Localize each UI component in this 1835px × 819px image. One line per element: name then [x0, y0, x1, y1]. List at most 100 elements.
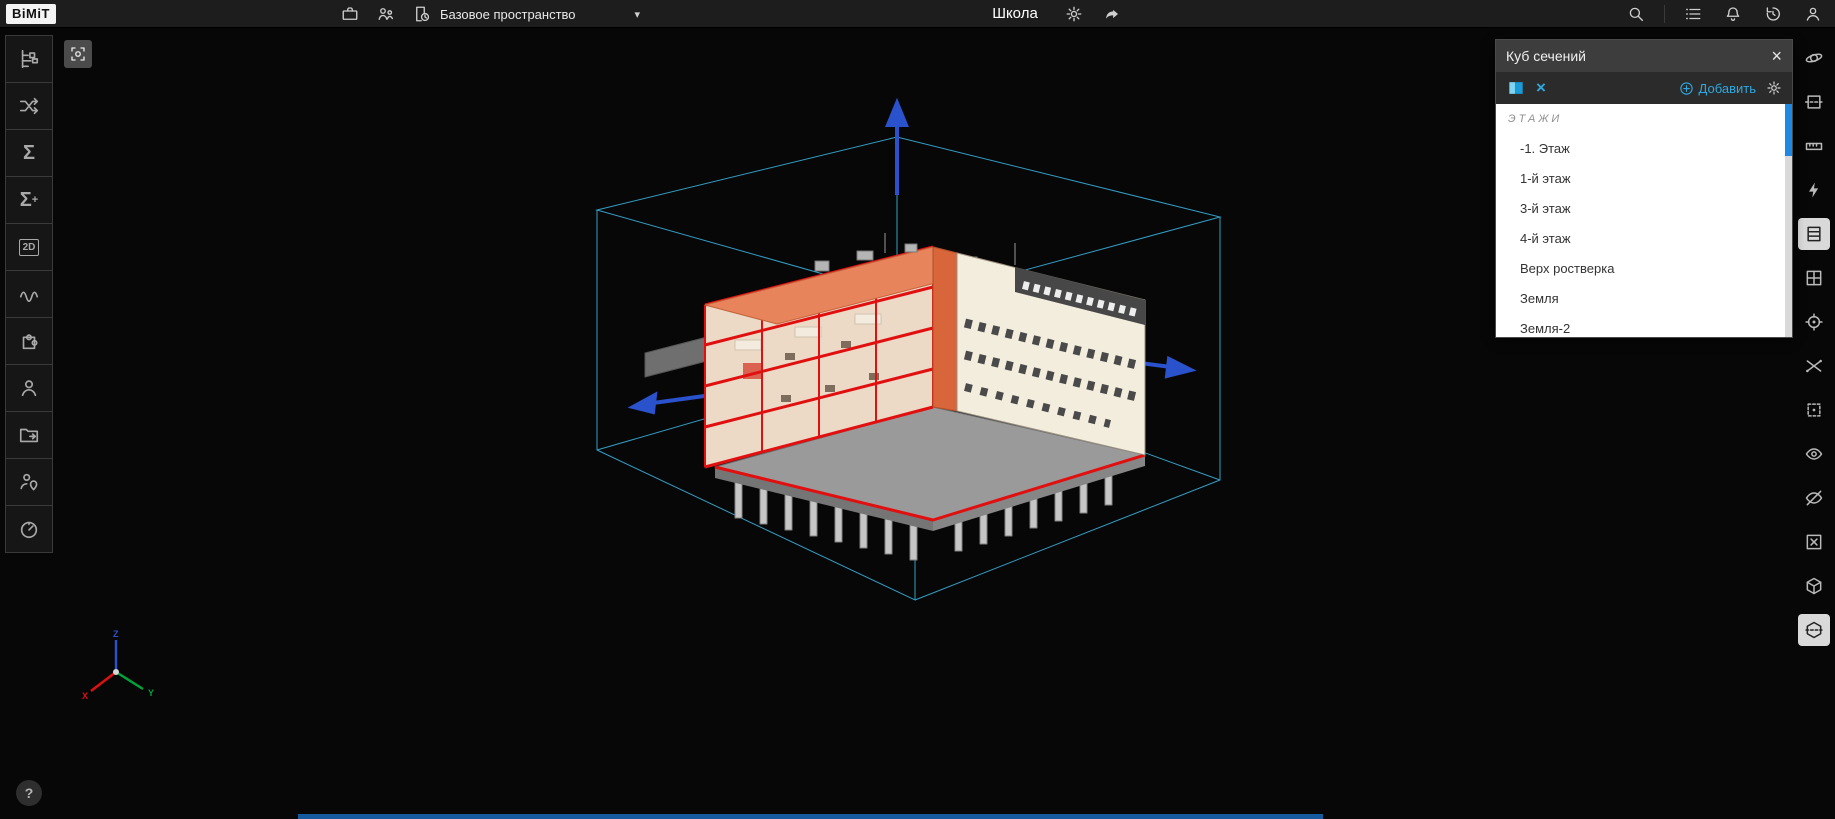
briefcase-button[interactable]: [338, 2, 362, 26]
team-icon: [377, 5, 395, 23]
bell-icon: [1724, 5, 1742, 23]
storeys-icon: [1804, 224, 1824, 244]
storey-item[interactable]: Верх ростверка: [1496, 254, 1792, 284]
list-button[interactable]: [1681, 2, 1705, 26]
grid-button[interactable]: [1798, 262, 1830, 294]
model-structure-button[interactable]: [5, 35, 53, 83]
storeys-button[interactable]: [1798, 218, 1830, 250]
gizmo-y-label: Y: [148, 688, 154, 698]
target-icon: [1804, 312, 1824, 332]
topbar: BiMiT Базовое пространство ▾ Школа: [0, 0, 1835, 28]
briefcase-icon: [341, 5, 359, 23]
measure-button[interactable]: [1798, 130, 1830, 162]
building-model: [645, 233, 1145, 560]
search-icon: [1627, 5, 1645, 23]
orbit-icon: [1804, 48, 1824, 68]
app-logo[interactable]: BiMiT: [6, 4, 56, 24]
add-section-button[interactable]: Добавить: [1679, 81, 1756, 96]
history-doc-button[interactable]: [410, 2, 434, 26]
storey-item[interactable]: 3-й этаж: [1496, 194, 1792, 224]
ruler-icon: [1804, 136, 1824, 156]
section-cube-button[interactable]: [1798, 614, 1830, 646]
charts-button[interactable]: [5, 270, 53, 318]
drawings-2d-button[interactable]: 2D: [5, 223, 53, 271]
storey-item[interactable]: Земля-2: [1496, 314, 1792, 337]
sum-button[interactable]: Σ: [5, 129, 53, 177]
activity-gauge-button[interactable]: [5, 505, 53, 553]
gizmo-origin: [113, 669, 119, 675]
team-button[interactable]: [374, 2, 398, 26]
storey-item-label: Земля-2: [1520, 321, 1570, 336]
section-cube-icon: [1804, 620, 1824, 640]
clash-button[interactable]: [1798, 174, 1830, 206]
connections-icon: [18, 95, 40, 117]
shared-folder-button[interactable]: [5, 411, 53, 459]
gizmo-x-label: X: [82, 691, 88, 701]
storey-list: ЭТАЖИ -1. Этаж 1-й этаж 3-й этаж 4-й эта…: [1496, 104, 1792, 337]
connections-button[interactable]: [5, 82, 53, 130]
panel-scrollbar-track[interactable]: [1785, 104, 1792, 337]
axis-arrow-up: [888, 103, 906, 195]
panel-close-button[interactable]: ×: [1771, 47, 1782, 65]
viewport-capture-button[interactable]: [64, 40, 92, 68]
storey-item[interactable]: -1. Этаж: [1496, 134, 1792, 164]
storey-item[interactable]: 4-й этаж: [1496, 224, 1792, 254]
right-toolbar: [1795, 42, 1833, 646]
notifications-button[interactable]: [1721, 2, 1745, 26]
cube-icon: [1804, 576, 1824, 596]
settings-gear-button[interactable]: [1062, 2, 1086, 26]
horizontal-scrollbar[interactable]: [298, 814, 1323, 819]
storey-item[interactable]: Земля: [1496, 284, 1792, 314]
hide-selected-button[interactable]: [1798, 482, 1830, 514]
storey-item-label: -1. Этаж: [1520, 141, 1570, 156]
user-location-button[interactable]: [5, 458, 53, 506]
add-section-label: Добавить: [1699, 81, 1756, 96]
help-button[interactable]: ?: [16, 780, 42, 806]
clip-axes-button[interactable]: [1798, 350, 1830, 382]
grid-icon: [1804, 268, 1824, 288]
circle-plus-icon: [1679, 81, 1694, 96]
sum-add-button[interactable]: Σ+: [5, 176, 53, 224]
storey-item-label: 4-й этаж: [1520, 231, 1571, 246]
delete-selection-button[interactable]: [1798, 526, 1830, 558]
share-button[interactable]: [1100, 2, 1124, 26]
storey-item-label: Верх ростверка: [1520, 261, 1614, 276]
topbar-divider: [1664, 5, 1665, 23]
help-glyph: ?: [25, 785, 34, 801]
section-box-mode-icon[interactable]: [1506, 78, 1526, 98]
building-3d-model: [585, 95, 1245, 625]
orbit-button[interactable]: [1798, 42, 1830, 74]
storey-item[interactable]: 1-й этаж: [1496, 164, 1792, 194]
sigma-icon: Σ: [23, 143, 35, 163]
focus-target-button[interactable]: [1798, 306, 1830, 338]
plus-icon: +: [32, 194, 38, 206]
cube-view-button[interactable]: [1798, 570, 1830, 602]
corner-tower: [933, 247, 957, 411]
users-button[interactable]: [5, 364, 53, 412]
search-button[interactable]: [1624, 2, 1648, 26]
storey-item-label: 1-й этаж: [1520, 171, 1571, 186]
workspace-dropdown[interactable]: Базовое пространство ▾: [440, 0, 640, 28]
puzzle-icon: [18, 330, 40, 352]
profile-button[interactable]: [1801, 2, 1825, 26]
viewport-capture-icon: [69, 45, 87, 63]
profile-icon: [1804, 5, 1822, 23]
workspace-dropdown-label: Базовое пространство: [440, 7, 576, 22]
panel-scrollbar-thumb[interactable]: [1785, 104, 1792, 156]
axes-cross-icon: [1804, 356, 1824, 376]
share-icon: [1103, 5, 1121, 23]
panel-titlebar: Куб сечений ×: [1496, 40, 1792, 72]
history-button[interactable]: [1761, 2, 1785, 26]
panel-settings-gear-icon[interactable]: [1766, 80, 1782, 96]
topbar-center-tools: [1062, 0, 1124, 28]
axis-gizmo[interactable]: Z X Y: [78, 628, 162, 712]
section-plane-button[interactable]: [1798, 86, 1830, 118]
chevron-down-icon: ▾: [634, 8, 640, 21]
topbar-left-tools: [338, 0, 434, 28]
selection-box-button[interactable]: [1798, 394, 1830, 426]
plugins-button[interactable]: [5, 317, 53, 365]
history-doc-icon: [413, 5, 431, 23]
clear-sections-button[interactable]: ×: [1536, 78, 1546, 98]
storey-item-label: 3-й этаж: [1520, 201, 1571, 216]
show-all-button[interactable]: [1798, 438, 1830, 470]
